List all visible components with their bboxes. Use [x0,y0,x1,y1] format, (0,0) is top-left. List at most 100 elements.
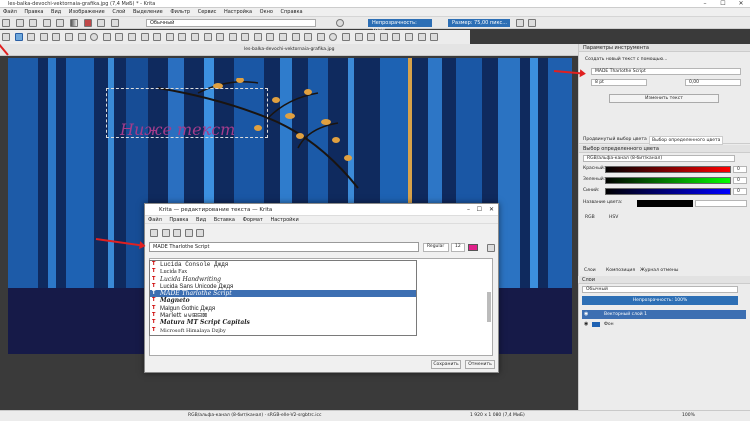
menu-help[interactable]: Справка [278,8,306,17]
alpha-lock-icon[interactable] [336,19,344,27]
dlg-menu-format[interactable]: Формат [240,216,266,224]
text-tool-icon[interactable] [14,33,23,41]
dlg-menu-settings[interactable]: Настройки [267,216,301,224]
brush-preset-icon[interactable] [97,19,106,27]
magnetic-select-icon[interactable] [405,33,413,41]
font-option[interactable]: T Matura MT Script Capitals [150,319,416,326]
font-option[interactable]: T Marlett ⊍⊌⊞⊟⊠ [150,312,416,319]
dialog-style-select[interactable]: Regular [423,243,449,252]
contiguous-select-icon[interactable] [367,33,376,41]
dialog-close-button[interactable]: ✕ [489,204,494,216]
dialog-size-select[interactable]: 12 [451,243,465,252]
red-value[interactable]: 0 [733,166,747,173]
zoom-status[interactable]: 100% [682,411,695,421]
green-value[interactable]: 0 [733,177,747,184]
red-slider[interactable] [605,166,731,173]
rgb-radio[interactable]: RGB [585,215,595,220]
smart-patch-icon[interactable] [253,33,262,41]
reference-tool-icon[interactable] [304,33,313,41]
eraser-icon[interactable] [110,19,119,27]
new-file-icon[interactable] [2,19,10,27]
brush-tool-icon[interactable] [52,33,61,41]
gradient-icon[interactable] [69,19,78,27]
rectangle-tool-icon[interactable] [77,33,86,41]
multibrush-icon[interactable] [165,33,174,41]
tool-size-select[interactable]: 8 pt [591,79,647,86]
dialog-font-select[interactable]: MADE Tharlothe Script [149,242,419,252]
blue-slider[interactable] [605,188,731,195]
blue-value[interactable]: 0 [733,188,747,195]
crop-tool-icon[interactable] [203,33,212,41]
dlg-menu-insert[interactable]: Вставка [211,216,238,224]
polygon-select-icon[interactable] [342,33,351,41]
calligraphy-tool-icon[interactable] [39,33,48,41]
ellipse-select-icon[interactable] [329,33,338,41]
dialog-options-icon[interactable] [487,244,495,252]
redo-icon[interactable] [56,19,65,27]
opacity-slider[interactable]: Непрозрачность: 100% [368,19,432,34]
layer-row-background[interactable]: Фон [582,320,746,329]
brush-size-slider[interactable]: Размер: 75,00 пикс... [448,19,510,27]
ellipse-tool-icon[interactable] [90,33,99,41]
maximize-button[interactable]: ☐ [714,0,732,8]
menu-file[interactable]: Файл [0,8,20,17]
select-shapes-tool-icon[interactable] [2,33,10,41]
tool-spacing-field[interactable]: 0,00 [685,79,741,86]
zoom-tool-icon[interactable] [417,33,426,41]
layer-opacity-slider[interactable]: Непрозрачность: 100% [582,296,738,305]
bezier-select-icon[interactable] [392,33,401,41]
freehand-select-icon[interactable] [354,33,363,41]
dlg-undo-icon[interactable] [150,229,158,237]
menu-settings[interactable]: Настройка [221,8,255,17]
bezier-tool-icon[interactable] [127,33,136,41]
dlg-menu-edit[interactable]: Правка [166,216,191,224]
dlg-menu-view[interactable]: Вид [193,216,209,224]
dlg-paste-icon[interactable] [196,229,205,237]
menu-image[interactable]: Изображение [66,8,108,17]
color-model-select[interactable]: RGB/альфа-канал (8-бит/канал) [583,155,735,162]
dlg-redo-icon[interactable] [161,229,170,237]
font-dropdown-list[interactable]: T Lucida Console Дждя T Lucida Fax T Lucida… [149,260,417,336]
tab-specific-color[interactable]: Выбор определенного цвета [649,136,724,145]
dlg-cut-icon[interactable] [173,229,182,237]
close-button[interactable]: ✕ [732,0,750,8]
freehand-path-icon[interactable] [140,33,149,41]
dlg-menu-file[interactable]: Файл [145,216,165,224]
green-slider[interactable] [605,177,731,184]
edit-shapes-tool-icon[interactable] [27,33,36,41]
hsv-radio[interactable]: HSV [609,215,618,220]
canvas-text[interactable]: Ниже текст [120,120,235,139]
colorize-mask-icon[interactable] [241,33,250,41]
menu-layer[interactable]: Слой [109,8,128,17]
menu-select[interactable]: Выделение [130,8,166,17]
dynamic-brush-icon[interactable] [153,33,162,41]
menu-window[interactable]: Окно [257,8,276,17]
font-option[interactable]: T Magneto [150,297,416,304]
hex-field[interactable] [695,200,747,207]
minimize-button[interactable]: – [696,0,714,8]
open-file-icon[interactable] [15,19,24,27]
edit-text-button[interactable]: Изменить текст [609,94,719,103]
tool-font-select[interactable]: MADE Tharlothe Script [591,68,741,75]
gradient-tool-icon[interactable] [216,33,225,41]
dlg-copy-icon[interactable] [184,229,193,237]
pattern-icon[interactable] [83,19,92,27]
rect-select-icon[interactable] [316,33,325,41]
measure-tool-icon[interactable] [291,33,300,41]
tab-undo-history[interactable]: Журнал отмены [640,268,678,273]
eye-icon[interactable]: ◉ [584,311,588,317]
font-option[interactable]: T Lucida Console Дждя [150,261,416,268]
menu-filter[interactable]: Фильтр [167,8,193,17]
font-option[interactable]: T Lucida Handwriting [150,276,416,283]
transform-tool-icon[interactable] [178,33,187,41]
tab-compositions[interactable]: Композиция [606,268,635,273]
save-button[interactable]: Сохранить [431,360,461,369]
menu-edit[interactable]: Правка [21,8,46,17]
font-option[interactable]: T Microsoft Himalaya Dzjby [150,327,416,334]
save-icon[interactable] [29,19,38,27]
tab-layers[interactable]: Слои [584,268,596,273]
polygon-tool-icon[interactable] [102,33,111,41]
text-area-scrollbar[interactable] [487,292,491,322]
similar-select-icon[interactable] [379,33,388,41]
document-tab[interactable]: les-balka-devochi-vektornaia-grafika.jpg [244,47,334,52]
